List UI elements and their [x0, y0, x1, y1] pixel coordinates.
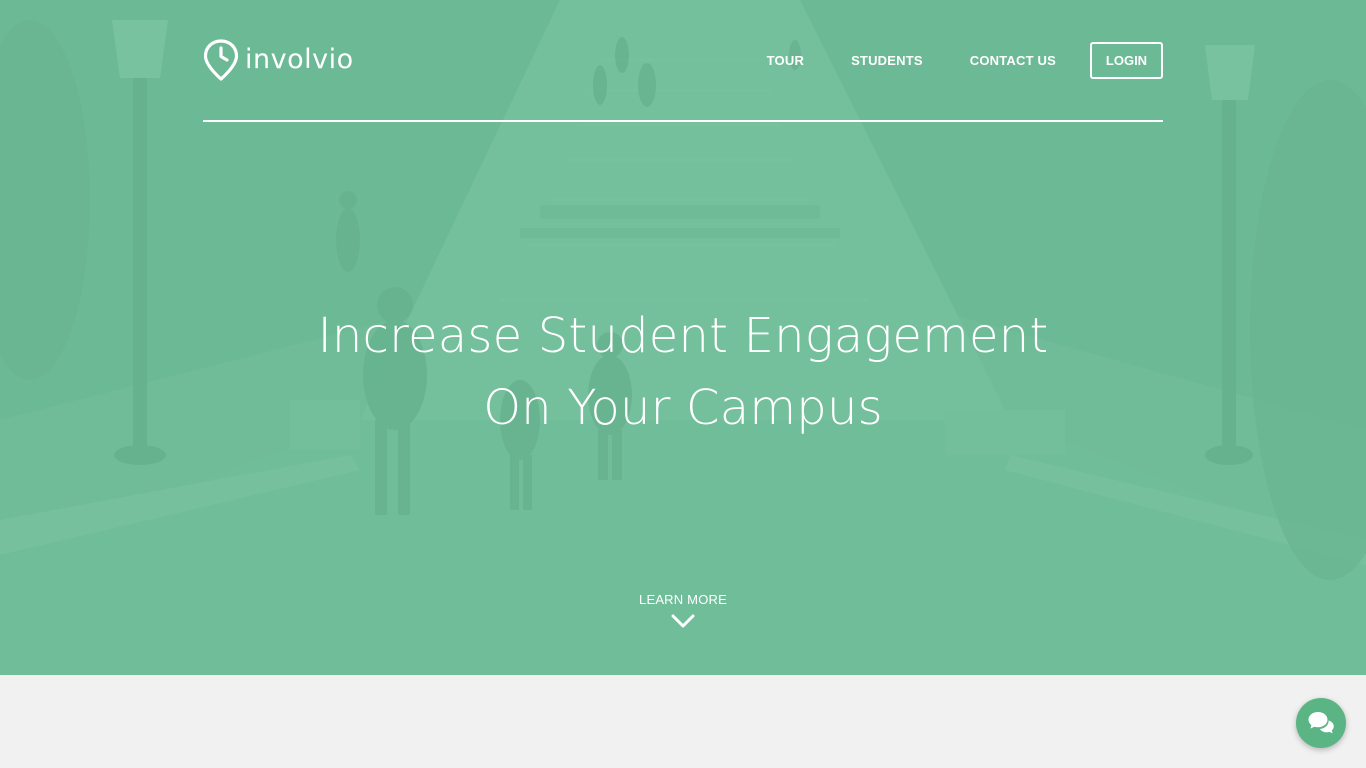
chat-bubbles-icon [1308, 712, 1334, 734]
map-pin-clock-icon [203, 39, 239, 81]
login-button[interactable]: LOGIN [1090, 42, 1163, 79]
learn-more-link[interactable]: LEARN MORE [583, 592, 783, 629]
nav-link-tour[interactable]: TOUR [767, 53, 804, 68]
chat-widget-button[interactable] [1296, 698, 1346, 748]
hero-headline-line-1: Increase Student Engagement [317, 308, 1049, 365]
learn-more-label: LEARN MORE [639, 592, 727, 607]
chevron-down-icon [671, 614, 695, 628]
nav-link-students[interactable]: STUDENTS [851, 53, 923, 68]
header-divider [203, 120, 1163, 122]
hero-section: involvio TOUR STUDENTS CONTACT US LOGIN … [0, 0, 1366, 675]
hero-headline-line-2: On Your Campus [483, 380, 883, 437]
main-nav: TOUR STUDENTS CONTACT US LOGIN [767, 42, 1163, 79]
nav-link-contact-us[interactable]: CONTACT US [970, 53, 1056, 68]
involvio-logo[interactable]: involvio [203, 38, 354, 82]
content-section [0, 675, 1366, 768]
hero-headline: Increase Student Engagement On Your Camp… [0, 300, 1366, 444]
brand-name: involvio [245, 43, 354, 75]
